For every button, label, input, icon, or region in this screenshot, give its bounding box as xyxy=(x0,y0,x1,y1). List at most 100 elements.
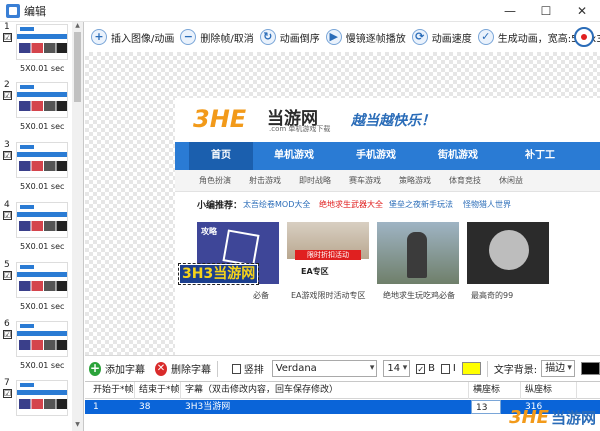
site-subtitle: .com 单机游戏下载 xyxy=(269,125,331,133)
frame-duration: 5X0.01 sec xyxy=(20,361,65,370)
nav-item: 首页 xyxy=(189,142,253,170)
frame-item[interactable]: 1 ☑ 5X0.01 sec xyxy=(0,22,72,80)
end-frame-cell[interactable]: 38 xyxy=(135,400,181,414)
frame-checkbox[interactable]: ☑ xyxy=(3,91,12,100)
frame-thumbnail[interactable] xyxy=(16,380,68,416)
font-size-select[interactable]: 14 xyxy=(383,360,411,377)
scroll-up-icon[interactable]: ▲ xyxy=(72,22,83,32)
minimize-button[interactable]: — xyxy=(492,0,528,22)
frame-thumbnail[interactable] xyxy=(16,262,68,298)
site-subnav: 角色扮演 射击游戏 即时战略 赛车游戏 策略游戏 体育竞技 休闲益 xyxy=(175,170,600,192)
site-recommend: 小编推荐： 太吾绘卷MOD大全 绝地求生武器大全 堡垒之夜新手玩法 怪物猎人世界 xyxy=(197,200,511,211)
text-bg-select[interactable]: 描边 xyxy=(541,360,575,377)
italic-checkbox[interactable] xyxy=(441,363,450,374)
text-color-swatch[interactable] xyxy=(461,362,481,375)
frame-number: 7 xyxy=(4,378,10,388)
play-icon: ▶ xyxy=(325,29,342,45)
record-icon[interactable] xyxy=(574,27,594,47)
frame-number: 3 xyxy=(4,140,10,150)
insert-image-button[interactable]: + 插入图像/动画 xyxy=(91,25,174,49)
column-header[interactable]: 纵座标 xyxy=(521,382,577,399)
frame-list-scrollbar[interactable]: ▲ ▼ xyxy=(72,22,83,431)
frame-thumbnail[interactable] xyxy=(16,202,68,238)
reverse-icon: ↻ xyxy=(259,29,276,45)
nav-item: 手机游戏 xyxy=(356,150,396,161)
tile-caption: 绝地求生玩吃鸡必备 xyxy=(383,291,455,300)
site-nav: 首页 单机游戏 手机游戏 街机游戏 补丁工 xyxy=(175,142,600,170)
watermark: 3HE 当游网 xyxy=(509,406,596,428)
column-header[interactable]: 横座标 xyxy=(469,382,521,399)
frame-number: 4 xyxy=(4,200,10,210)
bold-checkbox[interactable]: ✓ xyxy=(416,363,426,374)
app-icon xyxy=(6,3,20,18)
bold-label: B xyxy=(428,363,435,374)
x-coord-cell[interactable]: 13 xyxy=(471,400,501,414)
add-subtitle-icon[interactable]: + xyxy=(89,361,101,376)
frame-checkbox[interactable]: ☑ xyxy=(3,389,12,398)
window-controls: — ☐ ✕ xyxy=(492,0,600,22)
frame-checkbox[interactable]: ☑ xyxy=(3,151,12,160)
frame-thumbnail[interactable] xyxy=(16,24,68,60)
frame-item[interactable]: 5 ☑ 5X0.01 sec xyxy=(0,260,72,318)
add-subtitle-button[interactable]: 添加字幕 xyxy=(105,361,145,376)
frame-duration: 5X0.01 sec xyxy=(20,302,65,311)
vertical-checkbox[interactable] xyxy=(231,363,241,374)
divider xyxy=(217,360,218,377)
subtitle-table: 开始于*帧 结束于*帧 字幕（双击修改内容，回车保存修改） 横座标 纵座标 1 … xyxy=(85,381,600,431)
frame-item[interactable]: 7 ☑ xyxy=(0,378,72,431)
tile-image: 限时折扣活动 EA专区 xyxy=(287,222,369,284)
font-select[interactable]: Verdana xyxy=(271,360,378,377)
toolbar: + 插入图像/动画 − 删除帧/取消 ↻ 动画倒序 ▶ 慢镜逐帧播放 ⟳ 动画速… xyxy=(85,22,600,52)
subtitle-controls: + 添加字幕 ✕ 删除字幕 竖排 Verdana 14 ✓ B I 文字背景: … xyxy=(85,355,600,381)
column-header[interactable]: 开始于*帧 xyxy=(89,382,135,399)
frame-checkbox[interactable]: ☑ xyxy=(3,33,12,42)
start-frame-cell[interactable]: 1 xyxy=(89,400,135,414)
bg-color-swatch[interactable] xyxy=(580,362,600,375)
frame-item[interactable]: 6 ☑ 5X0.01 sec xyxy=(0,319,72,377)
speed-icon: ⟳ xyxy=(411,29,428,45)
reverse-animation-button[interactable]: ↻ 动画倒序 xyxy=(259,25,320,49)
nav-item: 街机游戏 xyxy=(438,150,478,161)
tile-caption: 必备 xyxy=(253,291,269,300)
text-bg-label: 文字背景: xyxy=(493,365,538,376)
delete-subtitle-icon[interactable]: ✕ xyxy=(155,361,167,376)
frame-thumbnail[interactable] xyxy=(16,321,68,357)
divider xyxy=(486,360,488,377)
animation-speed-button[interactable]: ⟳ 动画速度 xyxy=(411,25,472,49)
site-logo: 3HE xyxy=(193,105,247,133)
minus-icon: − xyxy=(180,29,197,45)
rec-item: 怪物猎人世界 xyxy=(463,200,511,209)
delete-subtitle-button[interactable]: 删除字幕 xyxy=(171,361,211,376)
frame-preview-image: 3HE 当游网 .com 单机游戏下载 越当越快乐！ 首页 单机游戏 手机游戏 … xyxy=(175,98,600,355)
rec-item: 绝地求生武器大全 xyxy=(319,200,383,209)
close-button[interactable]: ✕ xyxy=(564,0,600,22)
frame-thumbnail[interactable] xyxy=(16,142,68,178)
subtitle-overlay[interactable]: 3H3当游网 xyxy=(177,263,260,285)
tile-caption: EA游戏限时活动专区 xyxy=(291,291,366,300)
rec-item: 堡垒之夜新手玩法 xyxy=(389,200,453,209)
plus-icon: + xyxy=(91,29,107,45)
frame-checkbox[interactable]: ☑ xyxy=(3,211,12,220)
column-header[interactable]: 结束于*帧 xyxy=(135,382,181,399)
frame-item[interactable]: 2 ☑ 5X0.01 sec xyxy=(0,80,72,138)
delete-frame-button[interactable]: − 删除帧/取消 xyxy=(180,25,254,49)
preview-canvas[interactable]: 3HE 当游网 .com 单机游戏下载 越当越快乐！ 首页 单机游戏 手机游戏 … xyxy=(85,52,600,355)
subnav-item: 赛车游戏 xyxy=(349,176,381,185)
subtitle-text-cell[interactable]: 3H3当游网 xyxy=(181,400,469,414)
rec-item: 太吾绘卷MOD大全 xyxy=(243,200,311,209)
site-tiles: 攻略 限时折扣活动 EA专区 必备 EA游戏限时活动专区 绝地求生玩吃鸡必备 最… xyxy=(175,222,600,355)
frame-thumbnail[interactable] xyxy=(16,82,68,118)
cube-icon xyxy=(222,229,260,267)
frame-checkbox[interactable]: ☑ xyxy=(3,330,12,339)
column-header[interactable]: 字幕（双击修改内容，回车保存修改） xyxy=(181,382,469,399)
frame-checkbox[interactable]: ☑ xyxy=(3,271,12,280)
subnav-item: 策略游戏 xyxy=(399,176,431,185)
vertical-label: 竖排 xyxy=(243,365,264,376)
scroll-down-icon[interactable]: ▼ xyxy=(72,421,83,431)
maximize-button[interactable]: ☐ xyxy=(528,0,564,22)
frame-item[interactable]: 3 ☑ 5X0.01 sec xyxy=(0,140,72,198)
scrollbar-thumb[interactable] xyxy=(74,32,81,102)
slow-play-button[interactable]: ▶ 慢镜逐帧播放 xyxy=(325,25,406,49)
frame-item[interactable]: 4 ☑ 5X0.01 sec xyxy=(0,200,72,258)
frame-number: 1 xyxy=(4,22,10,32)
